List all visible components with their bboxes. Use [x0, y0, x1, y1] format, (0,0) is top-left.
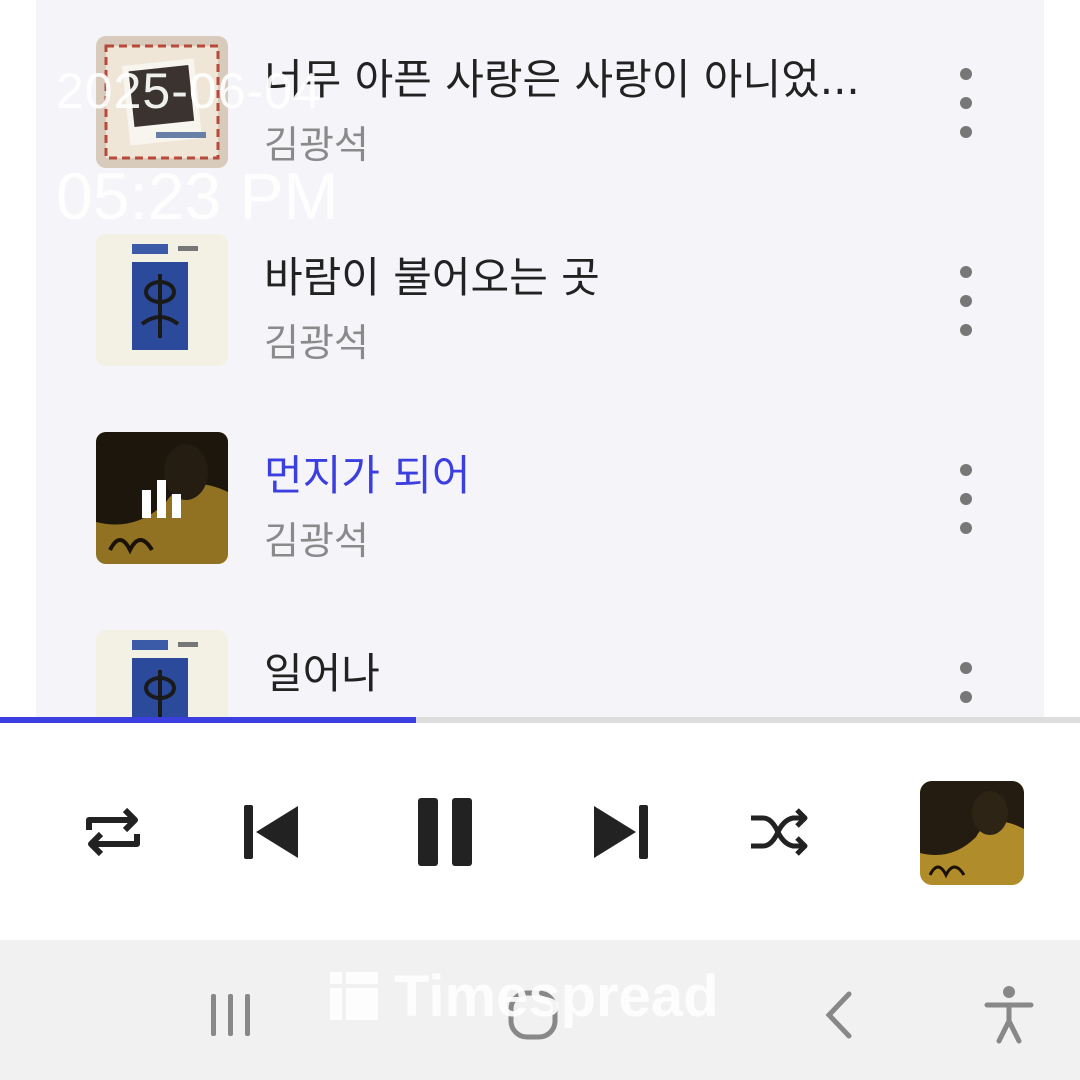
timestamp-date: 2025-06-04 [56, 63, 322, 119]
watermark-text: Timespread [394, 963, 719, 1029]
album-art [96, 630, 228, 718]
album-art [96, 234, 228, 366]
track-title: 일어나 [264, 649, 380, 698]
track-title: 바람이 불어오는 곳 [264, 253, 600, 302]
album-art [96, 432, 228, 564]
back-icon[interactable] [804, 980, 874, 1050]
timestamp-time: 05:23 PM [56, 159, 339, 233]
track-artist: 김광석 [264, 321, 369, 365]
more-options-icon[interactable] [948, 464, 984, 534]
more-options-icon[interactable] [948, 68, 984, 138]
more-options-icon[interactable] [948, 266, 984, 336]
previous-icon[interactable] [236, 797, 306, 867]
more-options-icon[interactable] [948, 662, 984, 718]
recent-apps-icon[interactable] [196, 980, 266, 1050]
now-playing-album-art[interactable] [920, 781, 1024, 885]
watermark: Timespread [330, 964, 719, 1029]
track-title: 너무 아픈 사랑은 사랑이 아니었... [264, 55, 860, 104]
next-icon[interactable] [586, 797, 656, 867]
track-artist: 김광석 [264, 519, 369, 563]
track-row[interactable]: 일어나 김광석 [36, 594, 1044, 718]
now-playing-equalizer-icon [140, 478, 184, 518]
player-controls [0, 723, 1080, 940]
repeat-icon[interactable] [78, 797, 148, 867]
track-row-playing[interactable]: 먼지가 되어 김광석 [36, 396, 1044, 594]
accessibility-icon[interactable] [974, 980, 1044, 1050]
shuffle-icon[interactable] [744, 797, 814, 867]
pause-icon[interactable] [410, 797, 480, 867]
watermark-logo-icon [330, 972, 378, 1020]
track-title: 먼지가 되어 [264, 451, 471, 500]
